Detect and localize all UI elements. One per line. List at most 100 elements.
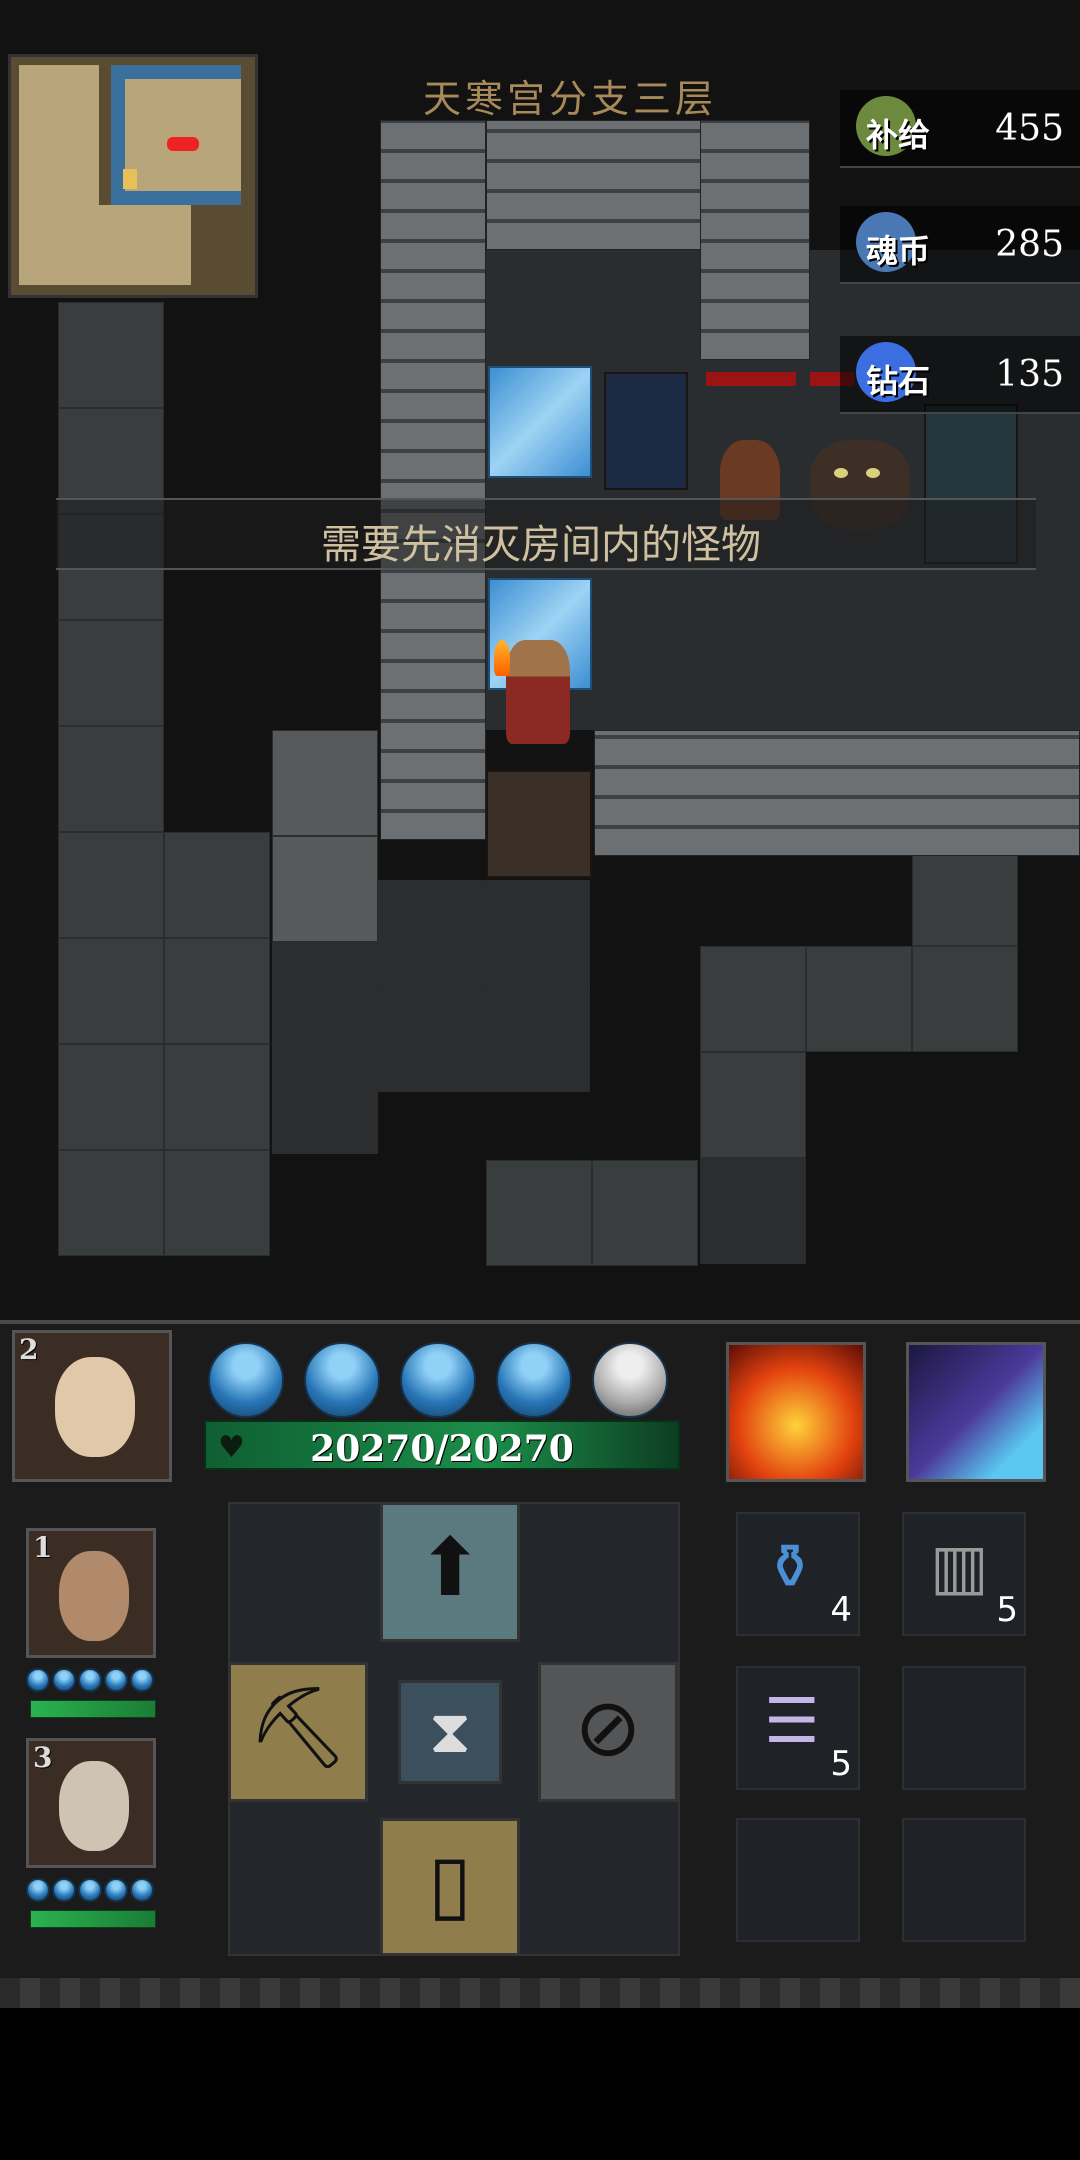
exit-door-button[interactable]: ▯ (380, 1818, 520, 1956)
party-hero-portrait[interactable]: 3 (26, 1738, 156, 1868)
torch-icon (494, 640, 510, 676)
floor-tile[interactable] (164, 1044, 270, 1150)
inventory-slot[interactable] (902, 1818, 1026, 1942)
spirit-orb-icon (304, 1342, 380, 1418)
floor-tile[interactable] (58, 1150, 164, 1256)
hero-slot-number: 2 (19, 1333, 39, 1366)
inventory-slot[interactable] (902, 1666, 1026, 1790)
inventory-slot[interactable]: ☰ 5 (736, 1666, 860, 1790)
dig-button[interactable]: ⛏ (228, 1662, 368, 1802)
floor-tile[interactable] (486, 1160, 592, 1266)
floor-tile[interactable] (484, 986, 590, 1092)
resource-label: 补给 (866, 116, 931, 154)
spirit-orb-row (26, 1668, 154, 1696)
spirit-orb-icon (78, 1668, 102, 1692)
floor-tile[interactable] (58, 620, 164, 726)
spirit-orb-icon (592, 1342, 668, 1418)
resource-supply: 补给 455 (840, 90, 1080, 168)
floor-title: 天寒宫分支三层 (422, 77, 717, 121)
wait-button[interactable]: ⧗ (398, 1680, 502, 1784)
floor-tile[interactable] (700, 1052, 806, 1158)
cancel-button[interactable]: ⊘ (538, 1662, 678, 1802)
fire-burst-skill-icon[interactable] (726, 1342, 866, 1482)
hero-slot-number: 1 (33, 1531, 53, 1564)
minimap-player-marker (123, 169, 137, 189)
floor-tile[interactable] (272, 836, 378, 942)
spirit-orb-icon (78, 1878, 102, 1902)
hero-slot-number: 3 (33, 1741, 53, 1774)
iron-gate-door[interactable] (486, 770, 592, 878)
inventory-slot[interactable]: ⚱ 4 (736, 1512, 860, 1636)
dungeon-map[interactable]: 天寒宫分支三层 补给 455 魂币 285 钻石 135 需要先消灭房间内的怪物 (0, 0, 1080, 1320)
floor-tile[interactable] (164, 832, 270, 938)
floor-tile[interactable] (58, 1044, 164, 1150)
talisman-paper-icon: ☰ (764, 1684, 820, 1757)
floor-tile[interactable] (806, 946, 912, 1052)
floor-tile[interactable] (272, 1048, 378, 1154)
forbidden-icon: ⊘ (574, 1681, 642, 1774)
resource-value: 455 (995, 108, 1064, 149)
panel-border (0, 1978, 1080, 2008)
spirit-orb-row (208, 1342, 668, 1422)
stone-wall (594, 730, 1080, 856)
monster-hp-bar (706, 372, 796, 386)
item-count: 4 (830, 1590, 852, 1630)
shovel-icon: ⛏ (247, 1681, 349, 1774)
spirit-orb-icon (130, 1668, 154, 1692)
floor-tile[interactable] (912, 946, 1018, 1052)
spirit-orb-icon (26, 1668, 50, 1692)
floor-tile[interactable] (378, 880, 484, 986)
floor-tile[interactable] (58, 938, 164, 1044)
stone-wall (380, 120, 486, 840)
party-hp-bar (30, 1700, 156, 1718)
floor-tile[interactable] (164, 1150, 270, 1256)
spirit-orb-icon (496, 1342, 572, 1418)
ice-block[interactable] (488, 366, 592, 478)
spirit-orb-icon (52, 1878, 76, 1902)
floor-tile[interactable] (58, 302, 164, 408)
hp-text: 20270/20270 (310, 1428, 574, 1470)
floor-tile[interactable] (164, 938, 270, 1044)
party-hero-portrait[interactable]: 1 (26, 1528, 156, 1658)
dash-skill-icon[interactable] (906, 1342, 1046, 1482)
active-hero-portrait[interactable]: 2 (12, 1330, 172, 1482)
floor-tile[interactable] (592, 1160, 698, 1266)
monster-eye (834, 468, 848, 478)
minimap[interactable] (8, 54, 258, 298)
monster-eye (866, 468, 880, 478)
resource-diamond: 钻石 135 (840, 336, 1080, 414)
hero-character[interactable] (506, 640, 570, 744)
minimap-monster-marker (167, 137, 199, 151)
floor-tile[interactable] (272, 730, 378, 836)
spirit-orb-icon (130, 1878, 154, 1902)
floor-tile[interactable] (58, 726, 164, 832)
item-count: 5 (996, 1590, 1018, 1630)
move-up-button[interactable]: ⬆ (380, 1502, 520, 1642)
arrow-up-icon: ⬆ (416, 1521, 484, 1614)
floor-tile[interactable] (700, 1158, 806, 1264)
resource-value: 285 (995, 224, 1064, 265)
spirit-orb-icon (400, 1342, 476, 1418)
hp-bar: ♥ 20270/20270 (204, 1420, 680, 1470)
resource-label: 钻石 (866, 362, 931, 400)
floor-tile[interactable] (272, 942, 378, 1048)
inventory-slot[interactable]: ▥ 5 (902, 1512, 1026, 1636)
spirit-orb-row (26, 1878, 154, 1906)
blue-potion-icon: ⚱ (764, 1530, 816, 1603)
spirit-orb-icon (104, 1668, 128, 1692)
hero-face-avatar (59, 1761, 129, 1851)
floor-tile[interactable] (484, 880, 590, 986)
hero-face-avatar (59, 1551, 129, 1641)
spirit-orb-icon (26, 1878, 50, 1902)
floor-tile[interactable] (700, 946, 806, 1052)
inventory-slot[interactable] (736, 1818, 860, 1942)
door-icon: ▯ (427, 1837, 473, 1930)
item-count: 5 (830, 1744, 852, 1784)
spirit-orb-icon (52, 1668, 76, 1692)
notice-text: 需要先消灭房间内的怪物 (321, 522, 761, 568)
stone-wall (486, 120, 706, 250)
floor-tile[interactable] (378, 986, 484, 1092)
floor-tile[interactable] (58, 832, 164, 938)
stone-wall (700, 120, 810, 360)
spirit-orb-icon (104, 1878, 128, 1902)
